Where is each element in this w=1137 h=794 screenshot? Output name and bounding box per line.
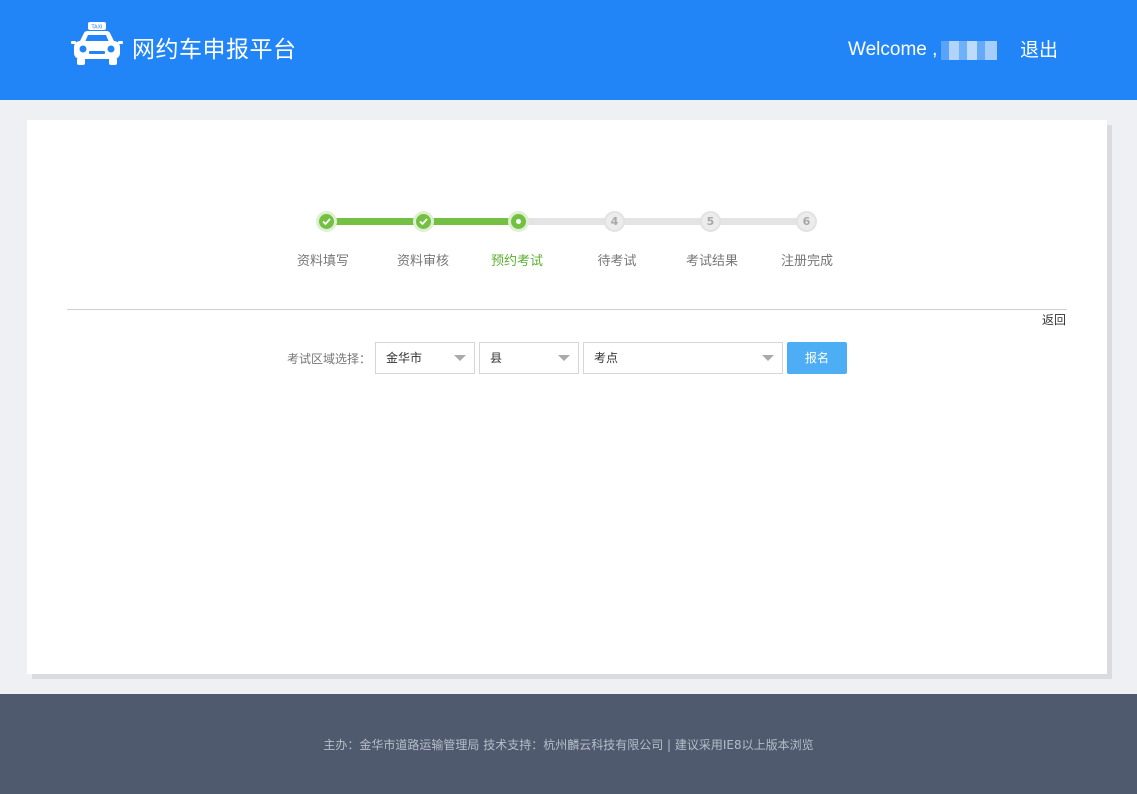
step-5-label: 考试结果 (685, 254, 738, 269)
footer-text: 主办：金华市道路运输管理局 技术支持：杭州麟云科技有限公司 | 建议采用IE8以… (323, 738, 814, 752)
chevron-down-icon (454, 355, 466, 361)
progress-steps: 4 5 6 资料填写 资料审核 预约考试 待考试 考试结果 注册完成 (27, 120, 1107, 290)
step-1-check-icon (316, 211, 337, 232)
header-bar: TAXI 网约车申报平台 Welcome , 退出 (0, 0, 1137, 100)
back-link[interactable]: 返回 (1042, 311, 1066, 328)
step-line-remaining (518, 218, 808, 225)
step-1-label: 资料填写 (296, 254, 349, 269)
city-select-value: 金华市 (386, 351, 423, 365)
taxi-icon: TAXI (71, 22, 123, 65)
step-4-number: 4 (604, 211, 625, 232)
step-3-label: 预约考试 (490, 254, 543, 269)
register-button[interactable]: 报名 (787, 342, 847, 374)
divider (67, 309, 1067, 310)
step-2-label: 资料审核 (396, 254, 449, 269)
username-redacted (941, 41, 997, 60)
step-3-current-icon (508, 211, 529, 232)
exam-region-label: 考试区域选择： (287, 352, 372, 366)
logout-link[interactable]: 退出 (1020, 37, 1058, 63)
footer: 主办：金华市道路运输管理局 技术支持：杭州麟云科技有限公司 | 建议采用IE8以… (0, 694, 1137, 794)
step-4-label: 待考试 (597, 254, 637, 269)
chevron-down-icon (558, 355, 570, 361)
site-title: 网约车申报平台 (132, 37, 297, 63)
main-card: 4 5 6 资料填写 资料审核 预约考试 待考试 考试结果 注册完成 返回 考试… (27, 120, 1107, 674)
county-select[interactable]: 县 (479, 342, 579, 374)
step-5-number: 5 (700, 211, 721, 232)
exam-site-select-value: 考点 (594, 351, 619, 365)
chevron-down-icon (762, 355, 774, 361)
county-select-value: 县 (490, 351, 503, 365)
city-select[interactable]: 金华市 (375, 342, 475, 374)
welcome-text: Welcome , (848, 39, 938, 60)
step-6-number: 6 (796, 211, 817, 232)
exam-site-select[interactable]: 考点 (583, 342, 783, 374)
svg-text:TAXI: TAXI (91, 25, 103, 31)
step-6-label: 注册完成 (780, 254, 833, 269)
step-2-check-icon (413, 211, 434, 232)
